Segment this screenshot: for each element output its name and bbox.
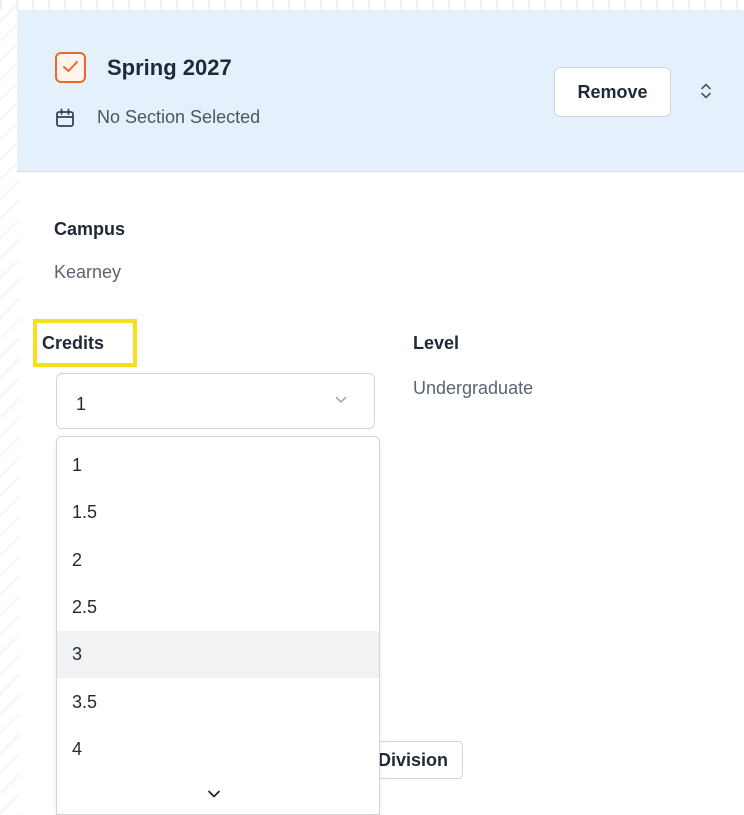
credits-selected-value: 1 [76, 394, 87, 414]
credits-option[interactable]: 2 [57, 537, 379, 584]
level-label: Level [413, 333, 460, 353]
credits-option[interactable]: 1.5 [57, 489, 379, 536]
chevron-down-icon [335, 396, 347, 403]
level-value: Undergraduate [413, 378, 534, 398]
remove-button[interactable]: Remove [554, 67, 671, 117]
credits-option[interactable]: 4 [57, 726, 379, 773]
term-header: Spring 2027 No Section Selected Remove [17, 10, 744, 172]
term-title: Spring 2027 [107, 55, 232, 80]
credits-label: Credits [42, 333, 105, 353]
sort-updown-icon[interactable] [700, 82, 712, 100]
credits-option-hovered[interactable]: 3 [57, 631, 379, 678]
calendar-icon [56, 108, 74, 127]
term-checkbox[interactable] [55, 52, 86, 83]
top-pattern [0, 0, 744, 10]
credits-select[interactable]: 1 [56, 373, 375, 429]
credits-dropdown-list: 1 1.5 2 2.5 3 3.5 4 [56, 436, 380, 815]
check-icon [63, 61, 78, 72]
campus-label: Campus [54, 219, 126, 239]
scroll-down-chevron-icon[interactable] [207, 789, 221, 799]
campus-value: Kearney [54, 262, 122, 282]
credits-option[interactable]: 1 [57, 442, 379, 489]
section-status: No Section Selected [97, 107, 261, 127]
credits-option[interactable]: 2.5 [57, 584, 379, 631]
credits-option[interactable]: 3.5 [57, 679, 379, 726]
division-button[interactable]: Division [372, 741, 463, 779]
